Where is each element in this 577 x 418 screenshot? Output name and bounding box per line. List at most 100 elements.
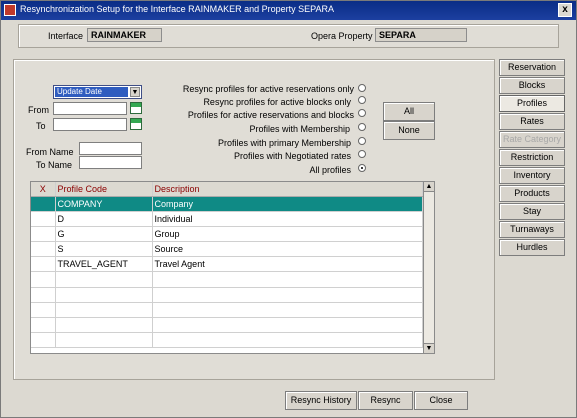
description <box>152 302 423 319</box>
chevron-down-icon[interactable]: ▼ <box>130 87 140 97</box>
table-row[interactable] <box>31 332 423 349</box>
table-row[interactable] <box>31 317 423 334</box>
table-row[interactable] <box>31 287 423 303</box>
description: Group <box>152 226 423 243</box>
table-row[interactable]: D Individual <box>31 211 423 227</box>
table-row[interactable] <box>31 302 423 319</box>
select-cell[interactable] <box>31 256 56 273</box>
from-name-input[interactable] <box>79 142 142 155</box>
table-scrollbar[interactable]: ▲ ▼ <box>423 181 435 354</box>
to-name-label: To Name <box>36 160 73 170</box>
description: Company <box>152 196 423 212</box>
profile-code <box>55 302 153 319</box>
profile-code: S <box>55 241 153 258</box>
description: Source <box>152 241 423 258</box>
from-label: From <box>28 105 49 115</box>
radio-active-blocks[interactable] <box>358 96 366 104</box>
from-name-label: From Name <box>26 147 74 157</box>
profile-code: TRAVEL_AGENT <box>55 256 153 273</box>
date-type-select[interactable]: Update Date ▼ <box>53 85 142 99</box>
scroll-up-icon[interactable]: ▲ <box>424 182 434 192</box>
to-label: To <box>36 121 46 131</box>
radio-membership[interactable] <box>358 123 366 131</box>
profile-code: D <box>55 211 153 227</box>
option-label: Profiles for active reservations and blo… <box>187 110 354 120</box>
profile-code <box>55 287 153 303</box>
description: Travel Agent <box>152 256 423 273</box>
profile-code <box>55 317 153 334</box>
description: Individual <box>152 211 423 227</box>
side-button-restriction[interactable]: Restriction <box>499 149 565 166</box>
app-icon <box>4 4 16 16</box>
resync-history-button[interactable]: Resync History <box>285 391 357 410</box>
profile-code <box>55 332 153 349</box>
table-row[interactable]: COMPANY Company <box>31 196 423 212</box>
option-label: Profiles with Negotiated rates <box>233 151 351 161</box>
interface-value: RAINMAKER <box>87 28 162 42</box>
side-button-stay[interactable]: Stay <box>499 203 565 220</box>
to-name-input[interactable] <box>79 156 142 169</box>
all-button[interactable]: All <box>383 102 435 121</box>
calendar-icon[interactable] <box>130 102 142 114</box>
profile-code <box>55 271 153 288</box>
table-row[interactable]: TRAVEL_AGENT Travel Agent <box>31 256 423 273</box>
from-date-input[interactable] <box>53 102 127 115</box>
window-title: Resynchronization Setup for the Interfac… <box>20 4 334 14</box>
close-window-button[interactable]: x <box>558 3 572 17</box>
table-row[interactable]: S Source <box>31 241 423 258</box>
option-label: All profiles <box>309 165 351 175</box>
profile-code-table: X Profile Code Description COMPANY Compan… <box>30 181 424 354</box>
radio-reservations-blocks[interactable] <box>358 109 366 117</box>
description <box>152 332 423 349</box>
profile-code: G <box>55 226 153 243</box>
side-button-products[interactable]: Products <box>499 185 565 202</box>
to-date-input[interactable] <box>53 118 127 131</box>
option-label: Profiles with primary Membership <box>217 138 351 148</box>
side-button-profiles[interactable]: Profiles <box>499 95 565 112</box>
none-button[interactable]: None <box>383 121 435 140</box>
interface-label: Interface <box>48 31 84 41</box>
table-row[interactable] <box>31 271 423 288</box>
side-button-blocks[interactable]: Blocks <box>499 77 565 94</box>
profile-code: COMPANY <box>55 196 153 212</box>
option-label: Resync profiles for active blocks only <box>203 97 351 107</box>
side-button-reservation[interactable]: Reservation <box>499 59 565 76</box>
header-panel: Interface RAINMAKER Opera Property SEPAR… <box>18 24 559 48</box>
column-header[interactable]: Profile Code <box>55 182 153 197</box>
resync-window: Resynchronization Setup for the Interfac… <box>0 0 577 418</box>
select-cell[interactable] <box>31 271 56 288</box>
side-button-rate-category: Rate Category <box>499 131 565 148</box>
select-cell[interactable] <box>31 211 56 227</box>
description <box>152 271 423 288</box>
option-label: Resync profiles for active reservations … <box>182 84 354 94</box>
radio-all-profiles[interactable] <box>358 164 366 172</box>
property-value: SEPARA <box>375 28 467 42</box>
select-cell[interactable] <box>31 287 56 303</box>
close-button[interactable]: Close <box>414 391 468 410</box>
select-cell[interactable] <box>31 302 56 319</box>
description <box>152 287 423 303</box>
side-button-inventory[interactable]: Inventory <box>499 167 565 184</box>
select-cell[interactable] <box>31 332 56 349</box>
option-label: Profiles with Membership <box>249 124 350 134</box>
radio-negotiated-rates[interactable] <box>358 150 366 158</box>
radio-primary-membership[interactable] <box>358 137 366 145</box>
select-cell[interactable] <box>31 317 56 334</box>
side-button-hurdles[interactable]: Hurdles <box>499 239 565 256</box>
title-bar: Resynchronization Setup for the Interfac… <box>1 1 576 20</box>
column-header[interactable]: Description <box>152 182 423 197</box>
select-cell[interactable] <box>31 226 56 243</box>
table-row[interactable]: G Group <box>31 226 423 243</box>
description <box>152 317 423 334</box>
side-button-turnaways[interactable]: Turnaways <box>499 221 565 238</box>
resync-button[interactable]: Resync <box>358 391 413 410</box>
select-cell[interactable] <box>31 196 56 212</box>
calendar-icon[interactable] <box>130 118 142 130</box>
column-header[interactable]: X <box>31 182 56 197</box>
radio-active-reservations[interactable] <box>358 84 366 92</box>
property-label: Opera Property <box>311 31 373 41</box>
date-type-value: Update Date <box>55 87 128 97</box>
side-button-rates[interactable]: Rates <box>499 113 565 130</box>
scroll-down-icon[interactable]: ▼ <box>424 343 434 353</box>
select-cell[interactable] <box>31 241 56 258</box>
